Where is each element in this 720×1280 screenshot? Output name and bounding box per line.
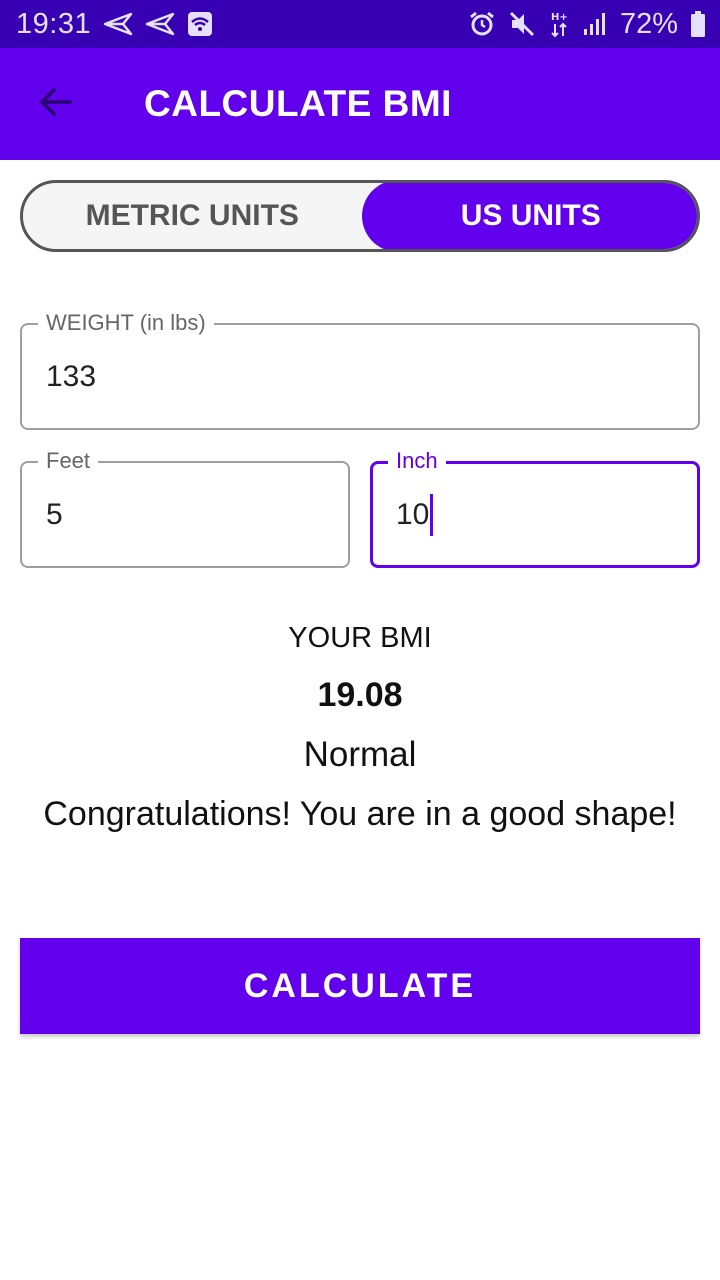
arrow-back-icon	[38, 84, 74, 125]
back-button[interactable]	[0, 48, 112, 160]
status-time: 19:31	[16, 7, 92, 40]
send-icon	[145, 12, 175, 36]
battery-icon	[690, 10, 706, 38]
bmi-message: Congratulations! You are in a good shape…	[43, 795, 677, 833]
inch-field[interactable]: Inch 10	[370, 448, 700, 568]
bmi-value: 19.08	[317, 676, 403, 714]
weight-field[interactable]: WEIGHT (in lbs) 133	[20, 310, 700, 430]
svg-text:H+: H+	[551, 12, 568, 23]
mute-icon	[508, 10, 536, 38]
signal-icon	[582, 11, 608, 37]
status-right: H+ 72%	[468, 8, 706, 41]
wifi-notification-icon	[187, 11, 213, 37]
inch-input[interactable]: 10	[396, 464, 434, 565]
units-toggle: METRIC UNITS US UNITS	[20, 180, 700, 252]
calculate-button[interactable]: CALCULATE	[20, 938, 700, 1034]
alarm-icon	[468, 10, 496, 38]
battery-percentage: 72%	[619, 7, 678, 40]
status-left: 19:31	[16, 8, 213, 41]
status-bar: 19:31 H+ 72%	[0, 0, 720, 48]
us-units-tab[interactable]: US UNITS	[361, 183, 697, 249]
data-arrows-icon: H+	[548, 10, 570, 38]
feet-input-value[interactable]: 5	[46, 463, 63, 566]
text-caret	[430, 493, 434, 536]
page-title: CALCULATE BMI	[144, 83, 452, 124]
metric-units-tab[interactable]: METRIC UNITS	[23, 183, 362, 249]
send-icon	[103, 12, 133, 36]
bmi-heading: YOUR BMI	[288, 622, 432, 654]
inch-input-value: 10	[396, 497, 430, 531]
feet-field[interactable]: Feet 5	[20, 448, 350, 568]
weight-input-value[interactable]: 133	[46, 325, 96, 428]
app-bar: CALCULATE BMI	[0, 48, 720, 160]
bmi-category: Normal	[303, 735, 417, 774]
